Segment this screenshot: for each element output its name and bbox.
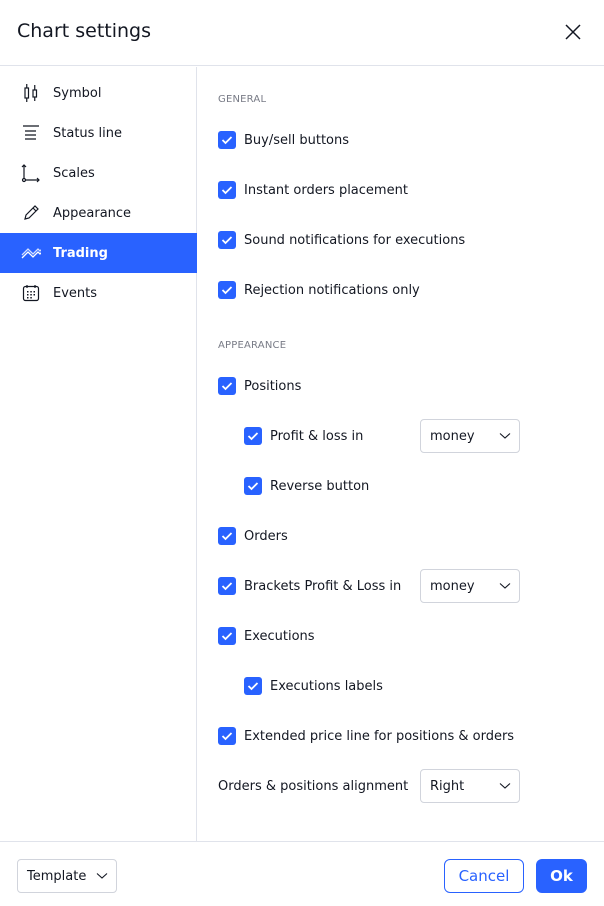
sidebar-item-label: Status line [53, 125, 123, 141]
checkbox[interactable] [218, 727, 236, 745]
section-appearance: APPEARANCE [218, 340, 287, 351]
sidebar-item-appearance[interactable]: Appearance [0, 193, 197, 233]
option-executions[interactable]: Executions [218, 619, 315, 653]
sidebar-item-label: Appearance [53, 205, 132, 221]
checkbox[interactable] [218, 627, 236, 645]
chevron-down-icon [499, 433, 511, 439]
ok-button[interactable]: Ok [536, 859, 587, 893]
profit-loss-select[interactable]: money [420, 419, 520, 453]
option-instant-orders[interactable]: Instant orders placement [218, 173, 408, 207]
checkmark-icon [221, 186, 233, 195]
option-label: Sound notifications for executions [244, 232, 466, 248]
sidebar-item-trading[interactable]: Trading [0, 233, 197, 273]
option-label: Executions labels [270, 678, 383, 694]
trading-icon [21, 243, 41, 263]
alignment-label-row: Orders & positions alignment [218, 769, 408, 803]
chevron-down-icon [96, 873, 108, 879]
checkbox[interactable] [218, 577, 236, 595]
checkbox[interactable] [244, 677, 262, 695]
option-label: Extended price line for positions & orde… [244, 728, 515, 744]
option-label: Brackets Profit & Loss in [244, 578, 402, 594]
scales-icon [21, 163, 41, 183]
option-label: Executions [244, 628, 315, 644]
checkbox[interactable] [218, 181, 236, 199]
checkbox[interactable] [244, 477, 262, 495]
alignment-select[interactable]: Right [420, 769, 520, 803]
checkmark-icon [221, 136, 233, 145]
sidebar-item-label: Trading [53, 245, 108, 261]
sidebar-item-label: Scales [53, 165, 95, 181]
close-icon[interactable] [561, 20, 585, 44]
checkmark-icon [221, 582, 233, 591]
checkbox[interactable] [244, 427, 262, 445]
dialog-header: Chart settings [0, 0, 604, 66]
status-line-icon [21, 123, 41, 143]
candlestick-icon [21, 83, 41, 103]
sidebar-item-symbol[interactable]: Symbol [0, 73, 197, 113]
option-label: Buy/sell buttons [244, 132, 350, 148]
sidebar-item-label: Events [53, 285, 98, 301]
checkbox[interactable] [218, 231, 236, 249]
option-sound-notifications[interactable]: Sound notifications for executions [218, 223, 465, 257]
checkbox[interactable] [218, 527, 236, 545]
checkmark-icon [247, 482, 259, 491]
option-label: Reverse button [270, 478, 370, 494]
checkmark-icon [221, 236, 233, 245]
select-value: money [430, 428, 475, 444]
option-label: Orders [244, 528, 288, 544]
checkmark-icon [221, 382, 233, 391]
option-label: Instant orders placement [244, 182, 408, 198]
section-general: GENERAL [218, 94, 267, 105]
checkmark-icon [221, 532, 233, 541]
option-extended-price-line[interactable]: Extended price line for positions & orde… [218, 719, 514, 753]
option-label: Rejection notifications only [244, 282, 420, 298]
checkbox[interactable] [218, 377, 236, 395]
pencil-icon [21, 203, 41, 223]
option-label: Profit & loss in [270, 428, 364, 444]
alignment-label: Orders & positions alignment [218, 778, 409, 794]
template-dropdown[interactable]: Template [17, 859, 117, 893]
sidebar: Symbol Status line Scales Appearance Tra… [0, 67, 197, 841]
checkbox[interactable] [218, 131, 236, 149]
checkbox[interactable] [218, 281, 236, 299]
option-reverse-button[interactable]: Reverse button [244, 469, 369, 503]
option-label: Positions [244, 378, 302, 394]
option-rejection-notifications[interactable]: Rejection notifications only [218, 273, 420, 307]
chevron-down-icon [499, 783, 511, 789]
option-brackets-pnl[interactable]: Brackets Profit & Loss in [218, 569, 401, 603]
sidebar-item-status-line[interactable]: Status line [0, 113, 197, 153]
dialog-title: Chart settings [17, 20, 152, 42]
sidebar-item-events[interactable]: Events [0, 273, 197, 313]
sidebar-item-scales[interactable]: Scales [0, 153, 197, 193]
checkmark-icon [221, 732, 233, 741]
checkmark-icon [247, 432, 259, 441]
checkmark-icon [221, 286, 233, 295]
chevron-down-icon [499, 583, 511, 589]
option-positions[interactable]: Positions [218, 369, 301, 403]
option-executions-labels[interactable]: Executions labels [244, 669, 383, 703]
option-profit-loss[interactable]: Profit & loss in [244, 419, 363, 453]
checkmark-icon [247, 682, 259, 691]
select-value: Right [430, 778, 465, 794]
cancel-button[interactable]: Cancel [444, 859, 524, 893]
option-buy-sell-buttons[interactable]: Buy/sell buttons [218, 123, 349, 157]
sidebar-item-label: Symbol [53, 85, 102, 101]
select-value: money [430, 578, 475, 594]
dialog-footer: Template Cancel Ok [0, 841, 604, 906]
checkmark-icon [221, 632, 233, 641]
calendar-icon [21, 283, 41, 303]
template-label: Template [27, 868, 87, 884]
option-orders[interactable]: Orders [218, 519, 288, 553]
brackets-pnl-select[interactable]: money [420, 569, 520, 603]
